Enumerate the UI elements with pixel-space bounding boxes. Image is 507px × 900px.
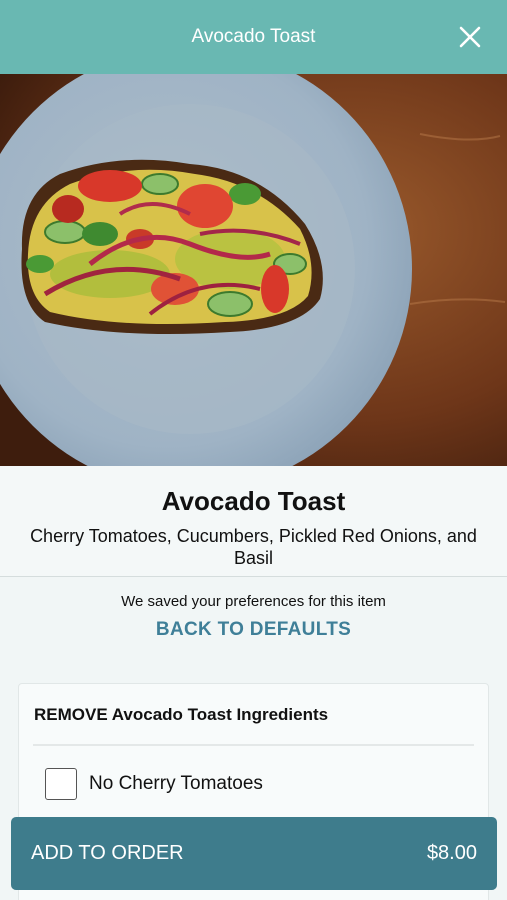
add-to-order-button[interactable]: ADD TO ORDER $8.00 [11,817,497,890]
close-icon[interactable] [459,26,481,48]
checkbox[interactable] [45,768,77,800]
preferences-note: We saved your preferences for this item [121,593,386,610]
item-title: Avocado Toast [161,486,346,516]
item-description: Cherry Tomatoes, Cucumbers, Pickled Red … [30,526,477,568]
modal-header: Avocado Toast [0,0,507,74]
modal-title: Avocado Toast [191,26,316,47]
item-photo [0,74,507,466]
option-no-cherry-tomatoes[interactable]: No Cherry Tomatoes [45,768,488,800]
add-to-order-label: ADD TO ORDER [31,842,184,864]
back-to-defaults-link[interactable]: BACK TO DEFAULTS [156,619,351,641]
divider [33,744,474,746]
avocado-toast-image [0,74,507,466]
item-info: Avocado Toast Cherry Tomatoes, Cucumbers… [0,466,507,577]
remove-ingredients-heading: REMOVE Avocado Toast Ingredients [34,705,329,724]
order-price: $8.00 [426,842,477,864]
option-label: No Cherry Tomatoes [89,773,263,794]
preferences-section: We saved your preferences for this item … [0,578,507,641]
